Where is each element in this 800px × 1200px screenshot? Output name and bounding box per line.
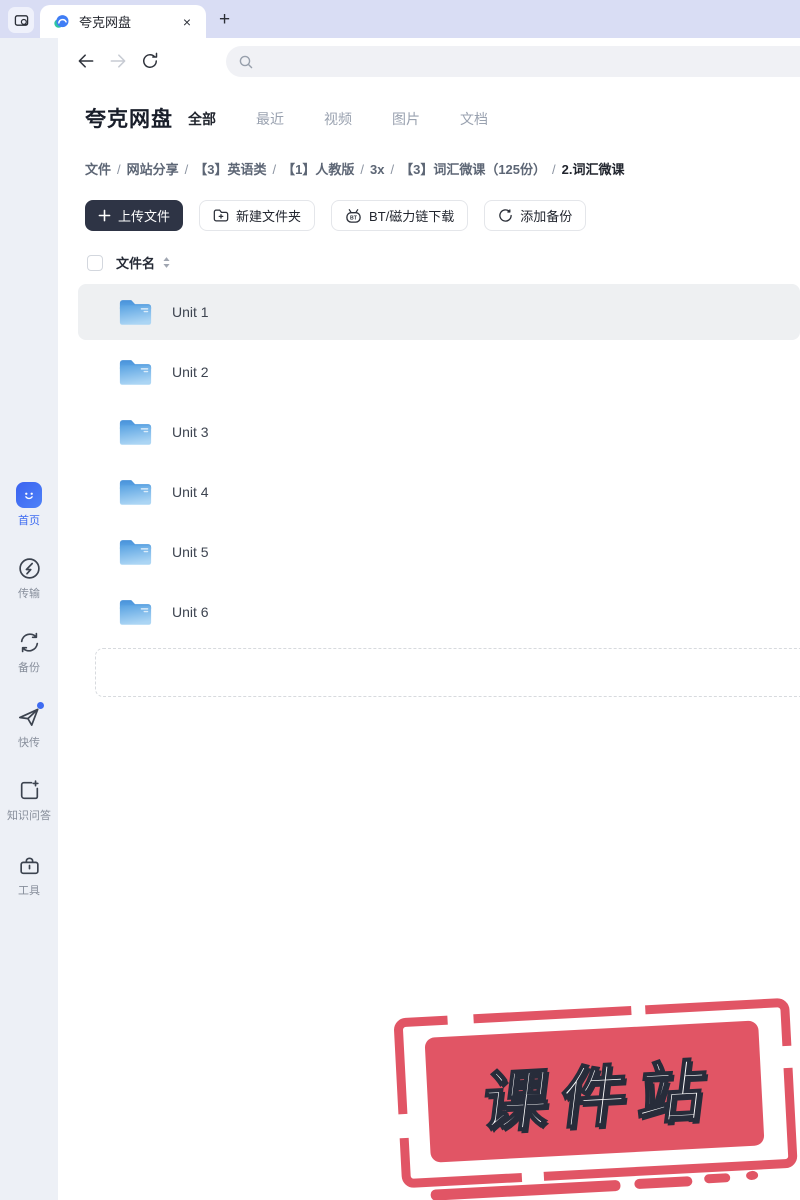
sidebar-label-qa: 知识问答	[7, 810, 51, 822]
filename-column-header[interactable]: 文件名	[116, 253, 155, 272]
file-row-unit6[interactable]: Unit 6	[78, 584, 800, 640]
file-name[interactable]: Unit 4	[172, 484, 209, 500]
folder-plus-icon	[213, 209, 229, 222]
sidebar-item-home[interactable]: 首页	[0, 482, 58, 528]
breadcrumb-current: 2.词汇微课	[561, 162, 625, 177]
file-name[interactable]: Unit 5	[172, 544, 209, 560]
file-row-unit1[interactable]: Unit 1	[78, 284, 800, 340]
new-tab-button[interactable]: +	[212, 7, 237, 32]
view-tabs: 全部 最近 视频 图片 文档	[188, 109, 488, 129]
tab-close-icon[interactable]: ×	[178, 13, 196, 31]
file-row-unit4[interactable]: Unit 4	[78, 464, 800, 520]
file-name[interactable]: Unit 1	[172, 304, 209, 320]
breadcrumb-item[interactable]: 【3】词汇微课（125份）	[400, 162, 546, 177]
breadcrumb-item[interactable]: 网站分享	[127, 162, 179, 177]
search-icon	[239, 55, 253, 68]
upload-button[interactable]: 上传文件	[85, 200, 184, 231]
forward-button[interactable]	[108, 51, 128, 71]
sidebar-item-tools[interactable]: 工具	[0, 853, 58, 898]
file-name[interactable]: Unit 3	[172, 424, 209, 440]
stamp-plate: 课件站	[424, 1020, 765, 1163]
tools-icon	[19, 857, 39, 875]
tab-search-icon	[14, 14, 28, 26]
tab-recent[interactable]: 最近	[256, 109, 284, 129]
tab-images[interactable]: 图片	[392, 109, 420, 129]
tab-all[interactable]: 全部	[188, 109, 216, 129]
breadcrumb-item[interactable]: 文件	[85, 162, 111, 177]
sidebar	[0, 38, 58, 1200]
tab-videos[interactable]: 视频	[324, 109, 352, 129]
file-name[interactable]: Unit 2	[172, 364, 209, 380]
bt-download-button[interactable]: BT BT/磁力链下载	[331, 200, 469, 231]
breadcrumb-item[interactable]: 【3】英语类	[194, 162, 266, 177]
new-folder-button[interactable]: 新建文件夹	[199, 200, 316, 231]
folder-icon	[119, 480, 152, 505]
browser-tab-active[interactable]: 夸克网盘 ×	[40, 5, 206, 38]
folder-icon	[119, 300, 152, 325]
file-list-header: 文件名	[87, 253, 171, 272]
sidebar-item-quick-send[interactable]: 快传	[0, 702, 58, 750]
svg-text:BT: BT	[350, 215, 358, 221]
refresh-button[interactable]	[140, 51, 160, 71]
file-name[interactable]: Unit 6	[172, 604, 209, 620]
bt-magnet-icon: BT	[346, 208, 361, 223]
file-row-unit2[interactable]: Unit 2	[78, 344, 800, 400]
sidebar-label-tools: 工具	[18, 885, 40, 897]
tab-title: 夸克网盘	[79, 15, 132, 30]
quark-logo-icon	[54, 15, 69, 28]
sort-icon[interactable]	[162, 256, 171, 269]
tab-docs[interactable]: 文档	[460, 109, 488, 129]
sidebar-label-home: 首页	[18, 515, 40, 527]
upload-dropzone[interactable]	[95, 648, 800, 697]
browser-search-input[interactable]	[226, 46, 800, 77]
breadcrumb: 文件 / 网站分享 / 【3】英语类 / 【1】人教版/3x / 【3】词汇微课（125份）/2…	[85, 162, 625, 177]
sidebar-label-quick-send: 快传	[18, 737, 40, 749]
sync-circle-icon	[499, 209, 513, 222]
file-row-unit3[interactable]: Unit 3	[78, 404, 800, 460]
folder-icon	[119, 360, 152, 385]
transfer-icon	[18, 558, 40, 579]
folder-icon	[119, 540, 152, 565]
home-icon	[16, 482, 42, 508]
stamp-text: 课件站	[477, 1052, 722, 1141]
qa-icon	[20, 780, 39, 800]
select-all-checkbox[interactable]	[87, 254, 103, 271]
quark-netdisk-window: 夸克网盘 × + 首页 传输 备份 快传 知识问答 工具 夸克网盘 全部 最近 …	[0, 0, 800, 1200]
sidebar-label-backup: 备份	[18, 662, 40, 674]
sidebar-item-qa[interactable]: 知识问答	[0, 778, 58, 823]
page-title: 夸克网盘	[85, 108, 173, 131]
watermark-stamp: 课件站	[393, 997, 798, 1200]
breadcrumb-item[interactable]: 【1】人教版	[282, 162, 354, 177]
sidebar-item-transfer[interactable]: 传输	[0, 556, 58, 601]
notification-dot	[37, 702, 44, 709]
backup-icon	[20, 632, 38, 653]
back-button[interactable]	[76, 51, 96, 71]
file-list: Unit 1 Unit 2 Unit 3 Unit 4 Unit 5 Unit …	[78, 284, 800, 644]
browser-tabstrip: 夸克网盘 × +	[0, 0, 800, 38]
sidebar-item-backup[interactable]: 备份	[0, 630, 58, 675]
toolbar: 上传文件 新建文件夹 BT BT/磁力链下载 添加备份	[85, 200, 587, 231]
folder-icon	[119, 600, 152, 625]
sidebar-label-transfer: 传输	[18, 588, 40, 600]
add-backup-button[interactable]: 添加备份	[484, 200, 587, 231]
plus-icon	[98, 209, 111, 222]
file-row-unit5[interactable]: Unit 5	[78, 524, 800, 580]
tab-search-button[interactable]	[8, 7, 34, 33]
breadcrumb-item[interactable]: 3x	[370, 162, 384, 177]
folder-icon	[119, 420, 152, 445]
